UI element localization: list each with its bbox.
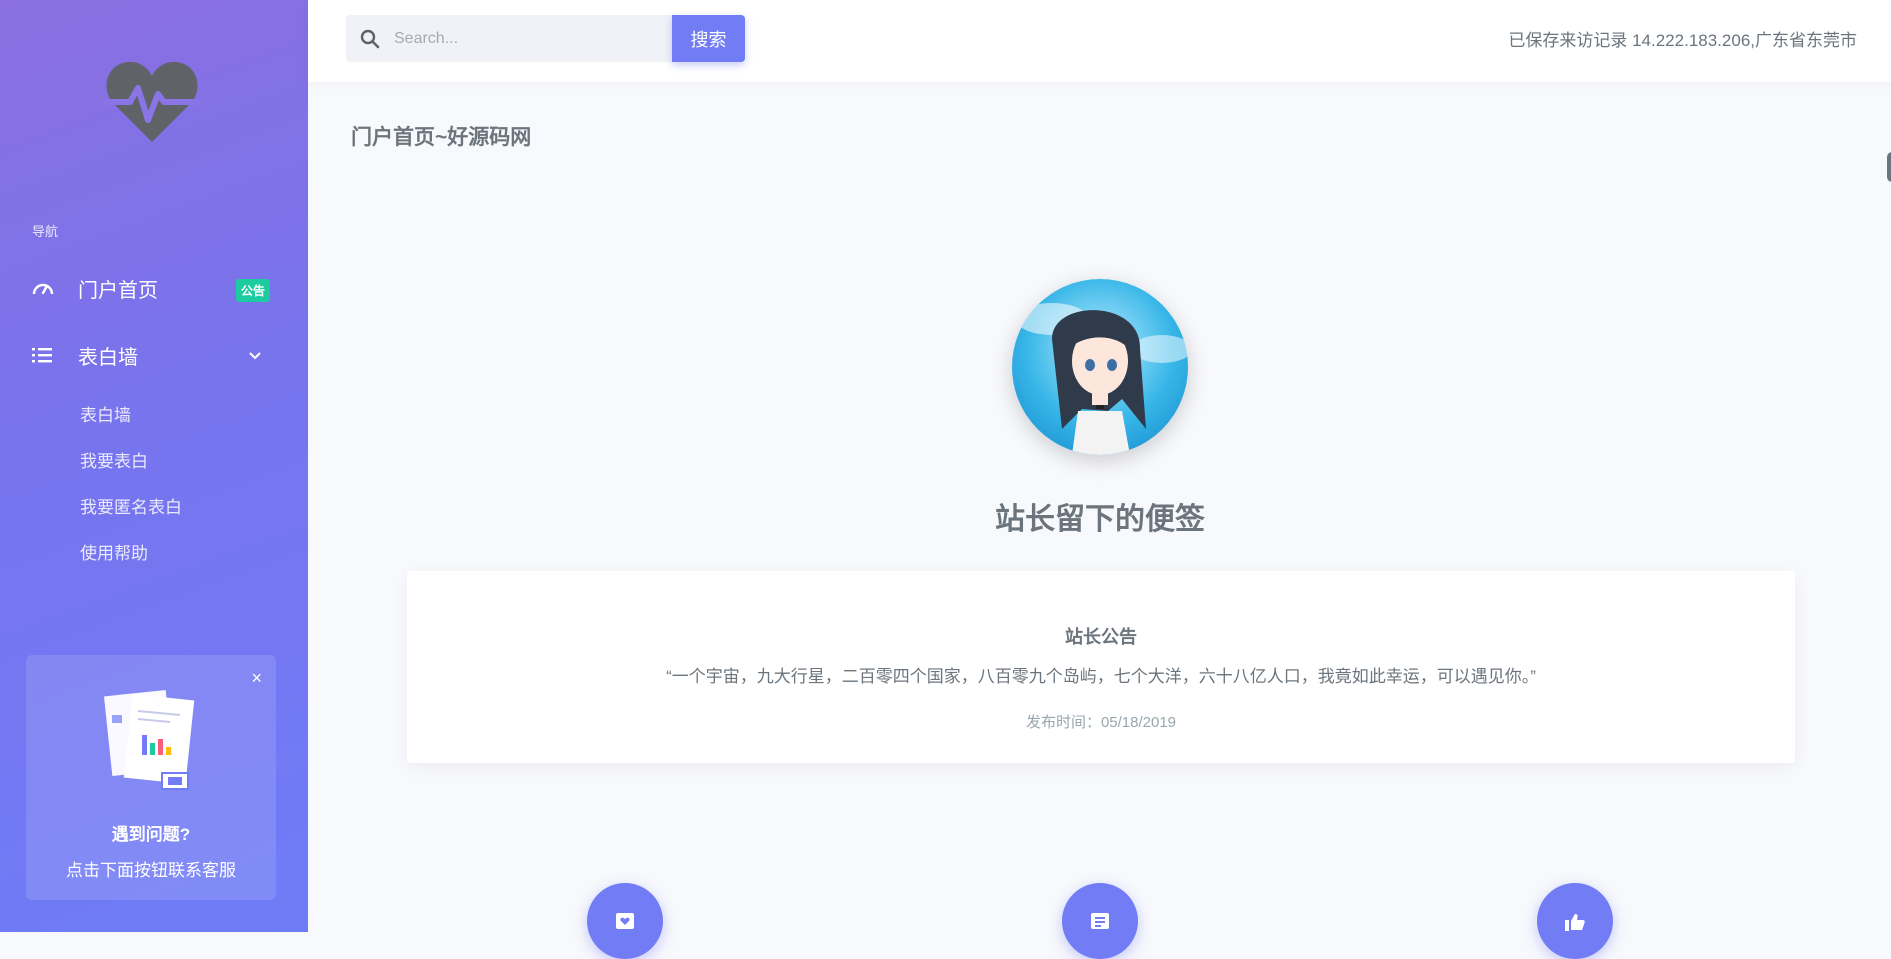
- avatar: [1012, 279, 1188, 455]
- chevron-down-icon[interactable]: [248, 348, 262, 366]
- feature-heart-button[interactable]: [587, 883, 663, 959]
- notice-date: 发布时间：05/18/2019: [1025, 714, 1177, 731]
- search-box: [346, 15, 676, 62]
- list-icon: [32, 344, 58, 366]
- notice-badge: 公告: [235, 279, 270, 302]
- notice-card: 站长公告 “一个宇宙，九大行星，二百零四个国家，八百零九个岛屿，七个大洋，六十八…: [407, 571, 1795, 763]
- sidebar-item-label: 表白墙: [78, 346, 138, 369]
- sidebar: 导航 门户首页 公告 表白墙 表白墙 我要表白 我要匿名表白 使用帮助 × 遇到…: [0, 0, 308, 932]
- topbar: 搜索 已保存来访记录 14.222.183.206,广东省东莞市: [308, 0, 1891, 82]
- sidebar-item-confession-wall[interactable]: 表白墙: [32, 335, 276, 375]
- nav-heading: 导航: [32, 224, 59, 239]
- feature-like-button[interactable]: [1537, 883, 1613, 959]
- report-illustration-icon: [103, 687, 204, 797]
- help-title: 遇到问题?: [111, 825, 191, 844]
- sub-item-help[interactable]: 使用帮助: [80, 539, 148, 564]
- help-subtitle: 点击下面按钮联系客服: [66, 861, 236, 880]
- scroll-handle[interactable]: [1887, 152, 1891, 182]
- search-icon: [360, 29, 380, 49]
- visitor-record: 已保存来访记录 14.222.183.206,广东省东莞市: [1508, 31, 1857, 50]
- close-icon[interactable]: ×: [251, 669, 262, 687]
- search-button[interactable]: 搜索: [672, 15, 745, 62]
- notice-title: 站长公告: [1065, 627, 1137, 647]
- heart-box-icon: [616, 913, 634, 934]
- notice-text: “一个宇宙，九大行星，二百零四个国家，八百零九个岛屿，七个大洋，六十八亿人口，我…: [666, 667, 1536, 686]
- sidebar-item-home[interactable]: 门户首页 公告: [32, 268, 276, 308]
- heartbeat-logo-icon[interactable]: [104, 58, 200, 144]
- sidebar-item-label: 门户首页: [78, 279, 158, 302]
- dashboard-icon: [32, 277, 58, 299]
- search-input[interactable]: [392, 28, 652, 49]
- page-title: 门户首页~好源码网: [351, 126, 532, 149]
- thumbs-up-icon: [1565, 913, 1585, 936]
- sub-item-confession-wall[interactable]: 表白墙: [80, 401, 131, 426]
- note-icon: [1091, 913, 1109, 934]
- note-title: 站长留下的便签: [995, 503, 1205, 536]
- feature-note-button[interactable]: [1062, 883, 1138, 959]
- sub-item-confess[interactable]: 我要表白: [80, 447, 148, 472]
- help-card: × 遇到问题? 点击下面按钮联系客服: [26, 655, 276, 900]
